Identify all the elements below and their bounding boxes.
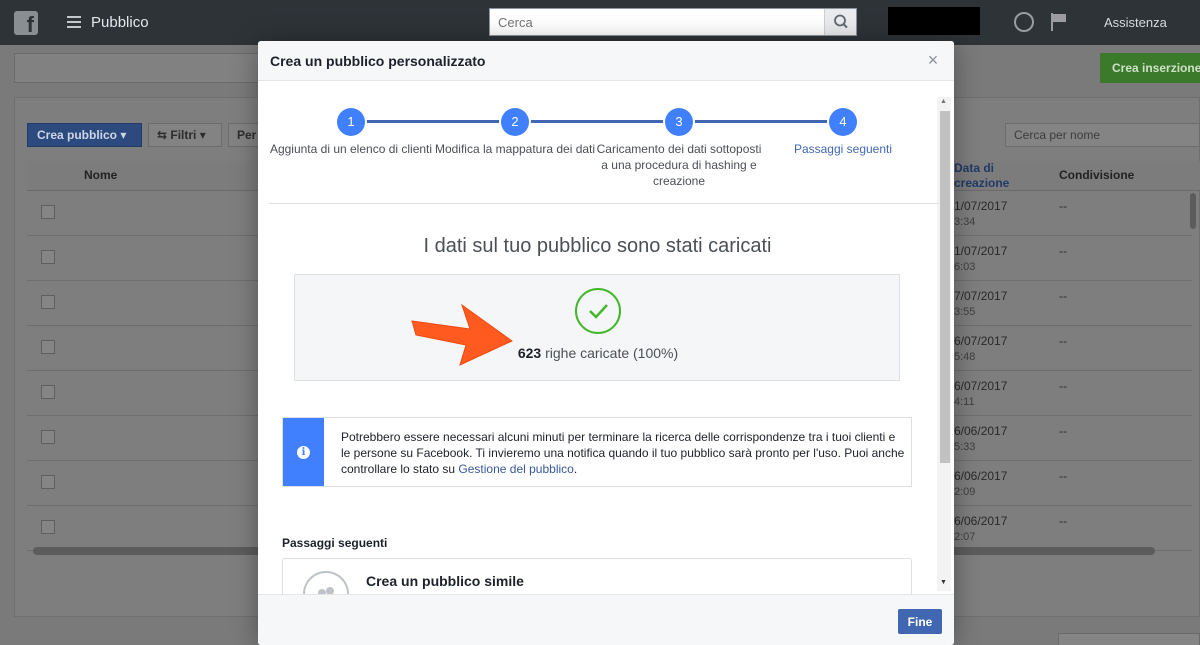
row-date: 1/07/2017 3:34 xyxy=(954,199,1008,228)
background-bottom-control[interactable] xyxy=(1058,633,1200,645)
row-date: 7/07/2017 3:55 xyxy=(954,289,1008,318)
row-sharing: -- xyxy=(1059,424,1067,438)
create-audience-label: Crea pubblico xyxy=(37,128,118,142)
row-date: 6/06/2017 2:09 xyxy=(954,469,1008,498)
account-switcher[interactable] xyxy=(888,7,980,35)
stepper-progress-line xyxy=(351,120,842,123)
dialog-header: Crea un pubblico personalizzato × xyxy=(258,41,954,81)
info-text: Potrebbero essere necessari alcuni minut… xyxy=(341,430,905,476)
menu-icon[interactable] xyxy=(67,16,81,28)
rows-count: 623 xyxy=(517,345,542,361)
search-input[interactable] xyxy=(490,9,826,35)
row-date: 6/06/2017 2:07 xyxy=(954,514,1008,543)
step-3-label: Caricamento dei dati sottoposti a una pr… xyxy=(596,142,762,188)
dialog-scrollbar-thumb[interactable] xyxy=(940,111,950,463)
close-icon[interactable]: × xyxy=(926,51,940,69)
step-4-circle: 4 xyxy=(829,108,857,136)
row-checkbox[interactable] xyxy=(41,475,55,489)
step-1-label: Aggiunta di un elenco di clienti xyxy=(269,142,433,156)
rows-suffix: righe caricate (100%) xyxy=(541,345,679,361)
audience-manager-link[interactable]: Gestione del pubblico xyxy=(458,462,573,476)
flag-icon[interactable] xyxy=(1050,12,1068,32)
row-date: 6/07/2017 5:48 xyxy=(954,334,1008,363)
row-checkbox[interactable] xyxy=(41,385,55,399)
row-checkbox[interactable] xyxy=(41,340,55,354)
create-audience-button[interactable]: Crea pubblico ▾ xyxy=(27,123,142,147)
row-checkbox[interactable] xyxy=(41,205,55,219)
step-3-circle: 3 xyxy=(665,108,693,136)
upload-result-box: 623 righe caricate (100%) xyxy=(294,274,900,381)
step-2-circle: 2 xyxy=(501,108,529,136)
row-sharing: -- xyxy=(1059,514,1067,528)
row-checkbox[interactable] xyxy=(41,430,55,444)
app-title[interactable]: Pubblico xyxy=(91,14,149,31)
row-sharing: -- xyxy=(1059,289,1067,303)
facebook-logo-icon[interactable]: f xyxy=(14,11,38,37)
scroll-up-icon[interactable]: ▲ xyxy=(940,98,947,105)
column-date-header[interactable]: Data di creazione xyxy=(954,161,1034,191)
filters-label: Filtri xyxy=(170,128,197,142)
search-button[interactable] xyxy=(824,9,856,35)
done-button[interactable]: Fine xyxy=(898,609,942,634)
row-checkbox[interactable] xyxy=(41,250,55,264)
step-1-circle: 1 xyxy=(337,108,365,136)
row-sharing: -- xyxy=(1059,199,1067,213)
dialog-title: Crea un pubblico personalizzato xyxy=(270,53,486,69)
scroll-down-icon[interactable]: ▼ xyxy=(940,579,947,586)
info-stripe: i xyxy=(283,418,324,486)
info-icon: i xyxy=(297,446,310,459)
info-notice: i Potrebbero essere necessari alcuni min… xyxy=(282,417,912,487)
step-2-label: Modifica la mappatura dei dati xyxy=(434,142,596,156)
top-navigation-bar: f Pubblico Assistenza xyxy=(0,0,1200,45)
search-icon xyxy=(834,14,848,29)
column-name-header[interactable]: Nome xyxy=(84,168,117,182)
row-date: 6/06/2017 5:33 xyxy=(954,424,1008,453)
create-ad-button[interactable]: Crea inserzione xyxy=(1100,53,1200,83)
next-steps-title: Passaggi seguenti xyxy=(282,536,388,550)
lookalike-audience-label: Crea un pubblico simile xyxy=(366,573,524,589)
dialog-footer: Fine xyxy=(258,594,954,645)
check-icon xyxy=(575,288,621,334)
rows-uploaded-text: 623 righe caricate (100%) xyxy=(295,345,901,361)
row-date: 1/07/2017 6:03 xyxy=(954,244,1008,273)
vertical-scrollbar[interactable] xyxy=(1190,193,1196,229)
row-date: 6/07/2017 4:11 xyxy=(954,379,1008,408)
divider xyxy=(269,203,939,204)
upload-success-title: I dati sul tuo pubblico sono stati caric… xyxy=(423,235,772,257)
row-sharing: -- xyxy=(1059,469,1067,483)
custom-audience-dialog: Crea un pubblico personalizzato × ▲ ▼ 1 … xyxy=(258,41,954,645)
filters-button[interactable]: ⇆ Filtri ▾ xyxy=(148,123,222,147)
arrow-annotation-icon xyxy=(411,303,513,366)
globe-icon[interactable] xyxy=(1014,12,1034,32)
row-checkbox[interactable] xyxy=(41,295,55,309)
background-toolbar xyxy=(14,53,264,83)
search-field xyxy=(489,8,857,36)
row-sharing: -- xyxy=(1059,379,1067,393)
row-checkbox[interactable] xyxy=(41,520,55,534)
step-4-label: Passaggi seguenti xyxy=(793,142,893,156)
row-sharing: -- xyxy=(1059,244,1067,258)
row-sharing: -- xyxy=(1059,334,1067,348)
help-link[interactable]: Assistenza xyxy=(1104,15,1167,30)
search-by-name-input[interactable]: Cerca per nome xyxy=(1005,123,1200,147)
column-sharing-header[interactable]: Condivisione xyxy=(1059,168,1134,182)
